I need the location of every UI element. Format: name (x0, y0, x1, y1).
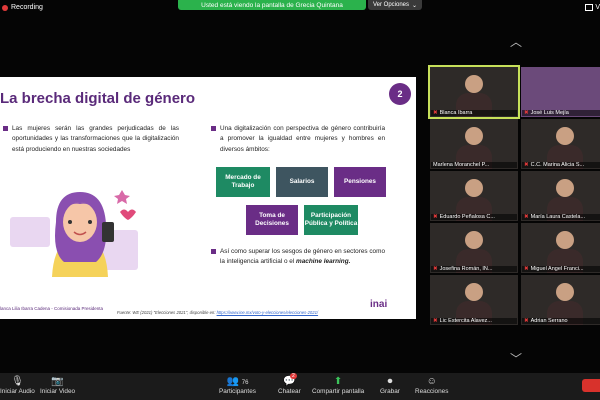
screen-share-text: Usted está viendo la pantalla de Grecia … (201, 1, 343, 9)
video-button[interactable]: 📷 Iniciar Video (40, 375, 75, 395)
source-link[interactable]: https://www.ine.mx/voto-y-elecciones/ele… (217, 310, 318, 315)
mic-muted-icon: ✖ (524, 318, 529, 324)
zoom-meeting-window: Recording Usted está viendo la pantalla … (0, 0, 600, 400)
view-toggle[interactable]: V (585, 4, 600, 11)
slide-right-bullet-2: Así como superar los sesgos de género en… (211, 247, 385, 268)
avatar (556, 179, 574, 197)
share-screen-button[interactable]: ⬆ Compartir pantalla (312, 375, 364, 395)
recording-indicator: Recording (2, 4, 43, 11)
slide-left-text: Las mujeres serán las grandes perjudicad… (12, 125, 179, 153)
chip-salarios: Salarios (276, 167, 328, 197)
end-meeting-button[interactable] (582, 379, 600, 392)
slide-footer-source: Fuente: WE (2021) "Elecciones 2021", dis… (117, 310, 319, 315)
smiley-plus-icon: ☺ (426, 376, 437, 387)
participant-name: Adrian Serrano (530, 318, 568, 324)
participant-tile[interactable]: Marlena Moranchel P... (430, 119, 518, 169)
avatar (465, 127, 483, 145)
participants-button[interactable]: 👥 76 Participantes (219, 375, 256, 395)
people-icon: 👥 (226, 376, 239, 387)
chip-participacion-publica: Participación Pública y Política (304, 205, 358, 235)
reactions-button[interactable]: ☺ Reacciones (415, 375, 448, 395)
bullet-icon (211, 249, 216, 254)
participants-count: 76 (241, 380, 249, 386)
share-screen-label: Compartir pantalla (312, 388, 365, 395)
avatar (556, 283, 574, 301)
chat-button[interactable]: 💬 2 Chatear (278, 373, 301, 395)
recording-label: Recording (11, 4, 43, 11)
mic-muted-icon: ✖ (433, 110, 438, 116)
view-options-label: Ver Opciones (373, 2, 410, 8)
mic-muted-icon: 🎙 (11, 376, 24, 387)
mic-muted-icon: ✖ (433, 266, 438, 272)
mic-muted-icon: ✖ (524, 110, 529, 116)
record-button[interactable]: ⏺ Grabar (380, 375, 400, 395)
participant-name: Blanca Ibarra (439, 110, 473, 116)
participant-name: Eduardo Peñalosa C... (439, 214, 495, 220)
bullet-icon (211, 126, 216, 131)
participant-tile[interactable]: ✖ Blanca Ibarra (428, 65, 520, 119)
avatar (465, 179, 483, 197)
woman-with-phone-illustration (10, 190, 138, 277)
shared-slide: La brecha digital de género 2 Las mujere… (0, 77, 416, 319)
chevron-down-icon: ⌄ (412, 2, 418, 9)
participant-tile[interactable]: ✖ Lic Estercita Alavez... (430, 275, 518, 325)
participant-tile[interactable]: ✖ C.C. Marina Alicia S... (521, 119, 600, 169)
record-label: Grabar (380, 388, 400, 395)
mic-muted-icon: ✖ (433, 318, 438, 324)
slide-number: 2 (389, 83, 411, 105)
participant-name: María Laura Castela... (530, 214, 586, 220)
chip-toma-de-decisiones: Toma de Decisiones (246, 205, 298, 235)
participant-name: Miguel Angel Franci... (530, 266, 584, 272)
participant-name: Marlena Moranchel P... (433, 162, 490, 168)
avatar (465, 231, 483, 249)
scroll-down-icon[interactable]: ﹀ (510, 350, 522, 367)
screen-share-banner: Usted está viendo la pantalla de Grecia … (178, 0, 366, 10)
slide-bottom-text: Así como superar los sesgos de género en… (220, 248, 385, 266)
participant-name: Josefina Román, IN... (439, 266, 493, 272)
participant-tile[interactable]: ✖ Eduardo Peñalosa C... (430, 171, 518, 221)
chip-pensiones: Pensiones (334, 167, 386, 197)
recording-dot-icon (2, 4, 8, 11)
slide-footer-author: lanca Lilia Ibarra Cadena - Comisionada … (0, 306, 104, 311)
participant-tile[interactable]: ✖ Josefina Román, IN... (430, 223, 518, 273)
participant-name: C.C. Marina Alicia S... (530, 162, 585, 168)
slide-right-text: Una digitalización con perspectiva de gé… (220, 125, 385, 153)
share-screen-icon: ⬆ (333, 376, 343, 387)
participant-tile[interactable]: ✖ Adrian Serrano (521, 275, 600, 325)
bullet-icon (3, 126, 8, 131)
mic-muted-icon: ✖ (433, 214, 438, 220)
avatar (556, 231, 574, 249)
view-toggle-label: V (595, 4, 600, 11)
video-label: Iniciar Video (40, 388, 76, 395)
mic-muted-icon: ✖ (524, 266, 529, 272)
participant-tile[interactable]: ✖ María Laura Castela... (521, 171, 600, 221)
participant-tile[interactable]: ✖ José Luis Mejía (521, 67, 600, 117)
inai-logo: inai (370, 299, 388, 310)
view-options-button[interactable]: Ver Opciones ⌄ (368, 0, 423, 10)
chip-mercado-de-trabajo: Mercado de Trabajo (216, 167, 270, 197)
audio-button[interactable]: 🎙 Iniciar Audio (0, 375, 35, 395)
slide-right-bullet: Una digitalización con perspectiva de gé… (211, 124, 385, 155)
avatar (465, 283, 483, 301)
mic-muted-icon: ✖ (524, 214, 529, 220)
mic-muted-icon: ✖ (524, 162, 529, 168)
participant-tile[interactable]: ✖ Miguel Angel Franci... (521, 223, 600, 273)
record-icon: ⏺ (387, 376, 393, 387)
avatar (556, 127, 574, 145)
chat-label: Chatear (278, 388, 301, 395)
reactions-label: Reacciones (415, 388, 449, 395)
slide-title: La brecha digital de género (0, 90, 196, 107)
meeting-toolbar: 🎙 Iniciar Audio 📷 Iniciar Video 👥 76 Par… (0, 373, 600, 400)
chat-badge: 2 (290, 373, 297, 379)
participants-label: Participantes (219, 388, 256, 395)
scroll-up-icon[interactable]: ︿ (510, 33, 522, 50)
slide-left-bullet: Las mujeres serán las grandes perjudicad… (3, 124, 179, 155)
participant-name: Lic Estercita Alavez... (439, 318, 492, 324)
avatar (465, 75, 483, 93)
camera-off-icon: 📷 (51, 376, 64, 387)
grid-view-icon (585, 4, 594, 11)
participant-name: José Luis Mejía (530, 110, 569, 116)
audio-label: Iniciar Audio (0, 388, 35, 395)
